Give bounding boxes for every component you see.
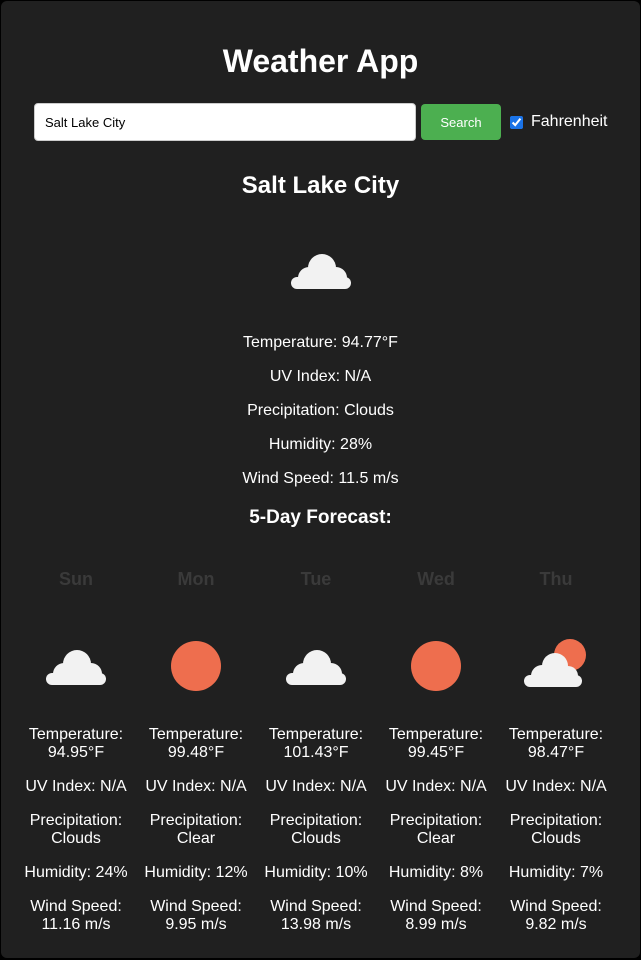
forecast-uv-index: UV Index: N/A	[145, 778, 247, 795]
forecast-temperature-value: 94.95°F	[47, 744, 105, 761]
forecast-precipitation-value: Clouds	[531, 830, 581, 847]
forecast-humidity: Humidity: 24%	[24, 864, 128, 881]
cloud-icon	[291, 254, 351, 289]
forecast-precipitation-label: Precipitation:	[29, 812, 123, 829]
forecast-wind-speed: Wind Speed: 9.82 m/s	[496, 898, 616, 934]
forecast-humidity: Humidity: 7%	[508, 864, 604, 881]
forecast-wind-value: 11.16 m/s	[41, 916, 111, 933]
current-wind-speed: Wind Speed: 11.5 m/s	[242, 470, 399, 487]
forecast-temperature: Temperature: 99.45°F	[376, 726, 496, 762]
forecast-temperature: Temperature: 99.48°F	[136, 726, 256, 762]
forecast-temperature-value: 99.45°F	[407, 744, 465, 761]
current-conditions: Temperature: 94.77°F UV Index: N/A Preci…	[1, 331, 640, 501]
forecast-day-name: Thu	[539, 569, 573, 589]
forecast-day: Sun Temperature: 94.95°F UV Index: N/A P…	[16, 566, 136, 934]
forecast-wind-label: Wind Speed:	[510, 898, 602, 915]
forecast-wind-value: 8.99 m/s	[405, 916, 467, 933]
search-bar: Search Fahrenheit	[34, 103, 608, 141]
cloud-icon	[46, 650, 106, 685]
forecast-temperature: Temperature: 98.47°F	[496, 726, 616, 762]
forecast-uv-index: UV Index: N/A	[505, 778, 607, 795]
forecast-day: Wed Temperature: 99.45°F UV Index: N/A P…	[376, 566, 496, 934]
search-button[interactable]: Search	[421, 104, 501, 140]
forecast-wind-value: 13.98 m/s	[280, 916, 352, 933]
city-search-input[interactable]	[34, 103, 416, 141]
cloud-icon	[286, 650, 346, 685]
forecast-temperature-label: Temperature:	[508, 726, 604, 743]
sun-icon	[411, 641, 461, 691]
forecast-wind-speed: Wind Speed: 8.99 m/s	[376, 898, 496, 934]
forecast-precipitation-label: Precipitation:	[269, 812, 363, 829]
forecast-humidity: Humidity: 12%	[144, 864, 248, 881]
forecast-uv-index: UV Index: N/A	[265, 778, 367, 795]
forecast-wind-label: Wind Speed:	[30, 898, 122, 915]
forecast-day-name: Mon	[177, 569, 215, 589]
forecast-precipitation: Precipitation: Clear	[136, 812, 256, 848]
forecast-wind-speed: Wind Speed: 11.16 m/s	[16, 898, 136, 934]
fahrenheit-toggle[interactable]: Fahrenheit	[510, 113, 608, 131]
city-name: Salt Lake City	[241, 172, 400, 199]
forecast-list: Sun Temperature: 94.95°F UV Index: N/A P…	[16, 566, 616, 934]
forecast-precipitation: Precipitation: Clouds	[16, 812, 136, 848]
current-uv-index: UV Index: N/A	[269, 368, 372, 385]
forecast-precipitation-value: Clouds	[291, 830, 341, 847]
forecast-wind-speed: Wind Speed: 13.98 m/s	[256, 898, 376, 934]
forecast-title: 5-Day Forecast:	[249, 507, 392, 528]
forecast-humidity: Humidity: 10%	[264, 864, 368, 881]
forecast-precipitation-label: Precipitation:	[509, 812, 603, 829]
forecast-temperature-label: Temperature:	[28, 726, 124, 743]
forecast-temperature-value: 98.47°F	[527, 744, 585, 761]
forecast-precipitation: Precipitation: Clear	[376, 812, 496, 848]
forecast-day: Thu Temperature: 98.47°F UV Index: N/A P…	[496, 566, 616, 934]
forecast-precipitation-value: Clouds	[51, 830, 101, 847]
forecast-day-name: Sun	[59, 569, 93, 589]
forecast-wind-speed: Wind Speed: 9.95 m/s	[136, 898, 256, 934]
forecast-temperature-value: 101.43°F	[283, 744, 349, 761]
forecast-humidity: Humidity: 8%	[388, 864, 484, 881]
forecast-wind-value: 9.82 m/s	[525, 916, 587, 933]
forecast-temperature-label: Temperature:	[148, 726, 244, 743]
forecast-temperature-label: Temperature:	[268, 726, 364, 743]
current-temperature: Temperature: 94.77°F	[243, 334, 398, 351]
forecast-wind-label: Wind Speed:	[150, 898, 242, 915]
forecast-uv-index: UV Index: N/A	[25, 778, 127, 795]
forecast-day-name: Tue	[300, 569, 332, 589]
fahrenheit-checkbox[interactable]	[510, 115, 523, 129]
app-title: Weather App	[222, 43, 419, 79]
forecast-precipitation: Precipitation: Clouds	[256, 812, 376, 848]
current-humidity: Humidity: 28%	[268, 436, 373, 453]
forecast-precipitation-label: Precipitation:	[149, 812, 243, 829]
current-precipitation: Precipitation: Clouds	[247, 402, 394, 419]
forecast-temperature: Temperature: 101.43°F	[256, 726, 376, 762]
forecast-day-name: Wed	[417, 569, 455, 589]
forecast-wind-value: 9.95 m/s	[165, 916, 227, 933]
fahrenheit-label: Fahrenheit	[531, 113, 608, 130]
forecast-precipitation-value: Clear	[176, 830, 216, 847]
forecast-temperature-label: Temperature:	[388, 726, 484, 743]
forecast-precipitation: Precipitation: Clouds	[496, 812, 616, 848]
forecast-day: Mon Temperature: 99.48°F UV Index: N/A P…	[136, 566, 256, 934]
forecast-precipitation-label: Precipitation:	[389, 812, 483, 829]
forecast-temperature: Temperature: 94.95°F	[16, 726, 136, 762]
forecast-wind-label: Wind Speed:	[270, 898, 362, 915]
forecast-uv-index: UV Index: N/A	[385, 778, 487, 795]
forecast-wind-label: Wind Speed:	[390, 898, 482, 915]
weather-app: Weather App Search Fahrenheit Salt Lake …	[1, 1, 640, 958]
sun-icon	[171, 641, 221, 691]
partly-cloudy-icon	[524, 639, 586, 687]
forecast-day: Tue Temperature: 101.43°F UV Index: N/A …	[256, 566, 376, 934]
forecast-temperature-value: 99.48°F	[167, 744, 225, 761]
forecast-precipitation-value: Clear	[416, 830, 456, 847]
